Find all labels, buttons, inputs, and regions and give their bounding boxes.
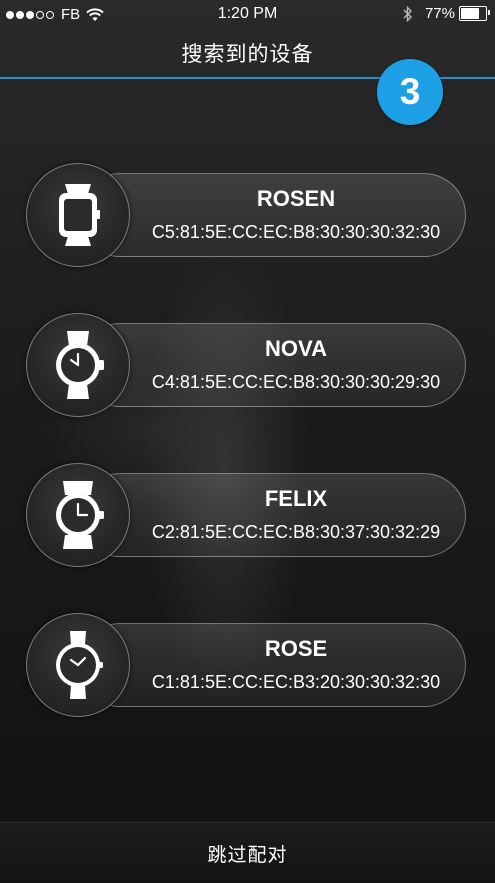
device-item-nova[interactable]: NOVA C4:81:5E:CC:EC:B8:30:30:30:29:30 — [26, 313, 468, 418]
device-icon-circle — [26, 613, 130, 717]
device-mac: C2:81:5E:CC:EC:B8:30:37:30:32:29 — [151, 522, 441, 542]
bluetooth-icon — [403, 5, 412, 22]
analog-watch-icon — [56, 331, 104, 399]
device-name: ROSEN — [256, 186, 336, 211]
battery-percent: 77% — [424, 5, 455, 22]
device-mac: C4:81:5E:CC:EC:B8:30:30:30:29:30 — [151, 372, 441, 392]
device-icon-circle — [26, 463, 130, 567]
device-icon-circle — [26, 163, 130, 267]
device-name: ROSE — [264, 636, 328, 661]
device-name: NOVA — [265, 336, 327, 361]
device-item-felix[interactable]: FELIX C2:81:5E:CC:EC:B8:30:37:30:32:29 — [26, 463, 468, 568]
skip-pairing-label: 跳过配对 — [207, 844, 288, 866]
device-icon-circle — [26, 313, 130, 417]
sport-watch-icon — [56, 481, 104, 549]
device-count-badge: 3 — [377, 59, 443, 125]
device-item-rosen[interactable]: ROSEN C5:81:5E:CC:EC:B8:30:30:30:32:30 — [26, 163, 468, 268]
battery-icon — [459, 6, 490, 21]
device-mac: C1:81:5E:CC:EC:B3:20:30:30:32:30 — [151, 672, 441, 692]
background — [0, 0, 495, 882]
device-mac: C5:81:5E:CC:EC:B8:30:30:30:32:30 — [151, 222, 441, 242]
round-watch-icon — [56, 631, 103, 699]
smartwatch-icon — [59, 184, 100, 246]
skip-pairing-button[interactable]: 跳过配对 — [0, 822, 495, 883]
battery-fill — [461, 8, 480, 19]
device-name: FELIX — [264, 486, 328, 511]
device-item-rose[interactable]: ROSE C1:81:5E:CC:EC:B3:20:30:30:32:30 — [26, 613, 468, 718]
status-right: 77% — [403, 5, 490, 22]
status-bar: FB 1:20 PM 77% — [0, 0, 495, 30]
